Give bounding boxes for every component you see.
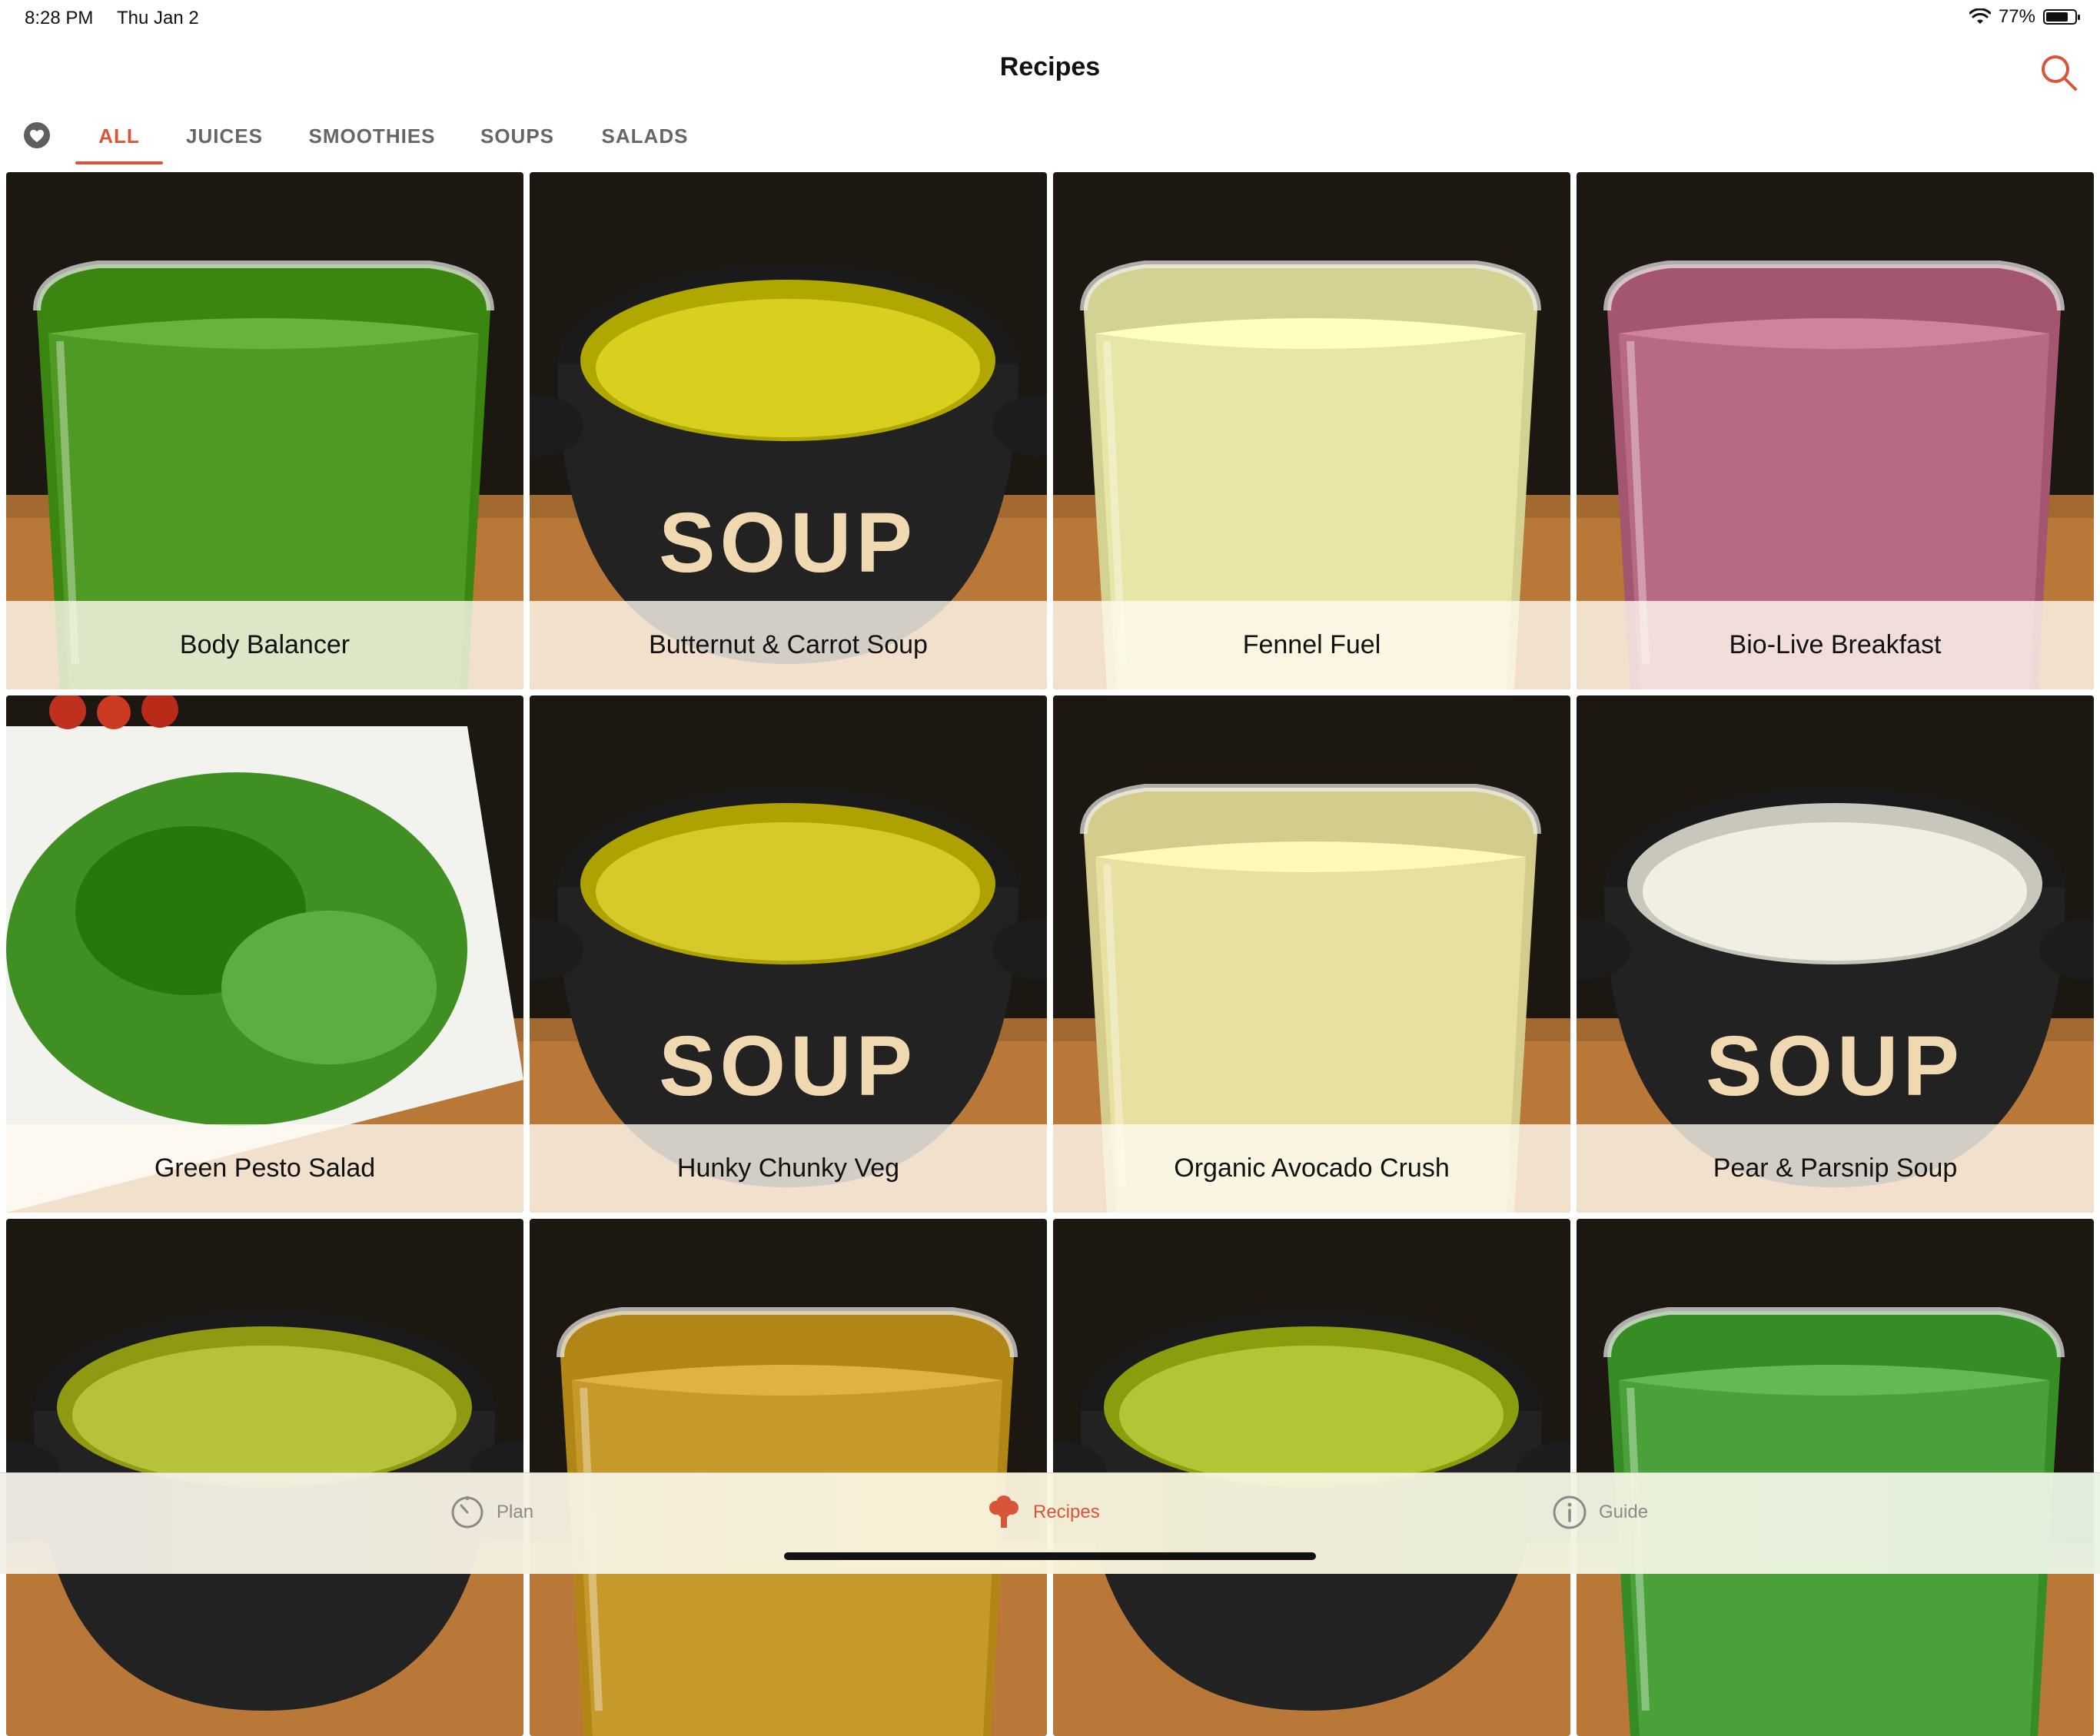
recipe-name: Green Pesto Salad	[6, 1124, 523, 1213]
recipe-card[interactable]: Green Pesto Salad	[6, 695, 523, 1213]
tab-juices[interactable]: JUICES	[181, 118, 267, 164]
tab-recipes-label: Recipes	[1033, 1502, 1100, 1522]
recipe-name: Organic Avocado Crush	[1053, 1124, 1570, 1213]
tab-all[interactable]: ALL	[75, 118, 163, 164]
recipe-name: Pear & Parsnip Soup	[1577, 1124, 2094, 1213]
heart-filter-icon[interactable]	[23, 121, 51, 149]
status-time: 8:28 PM	[25, 8, 94, 28]
recipe-name: Bio-Live Breakfast	[1577, 601, 2094, 689]
svg-text:SOUP: SOUP	[659, 496, 917, 590]
svg-text:SOUP: SOUP	[1706, 1019, 1964, 1114]
recipe-name: Hunky Chunky Veg	[530, 1124, 1047, 1213]
status-indicators: 77%	[1969, 6, 2080, 28]
recipe-card[interactable]: SOUP Hunky Chunky Veg	[530, 695, 1047, 1213]
timer-icon	[451, 1496, 483, 1529]
category-tabs: ALL JUICES SMOOTHIES SOUPS SALADS	[0, 108, 2100, 171]
home-indicator	[784, 1552, 1316, 1560]
svg-text:SOUP: SOUP	[659, 1019, 917, 1114]
recipe-name: Butternut & Carrot Soup	[530, 601, 1047, 689]
recipe-card[interactable]: Bio-Live Breakfast	[1577, 172, 2094, 689]
status-date: Thu Jan 2	[117, 8, 199, 28]
recipe-card[interactable]: Fennel Fuel	[1053, 172, 1570, 689]
recipe-name: Fennel Fuel	[1053, 601, 1570, 689]
tab-plan[interactable]: Plan	[449, 1493, 533, 1532]
tab-smoothies[interactable]: SMOOTHIES	[304, 118, 440, 164]
tab-guide-label: Guide	[1599, 1502, 1649, 1522]
tab-recipes[interactable]: Recipes	[985, 1493, 1100, 1532]
recipe-card[interactable]: Body Balancer	[6, 172, 523, 689]
wifi-icon	[1969, 8, 1991, 24]
recipe-card[interactable]: Organic Avocado Crush	[1053, 695, 1570, 1213]
info-icon	[1553, 1495, 1587, 1529]
tab-soups[interactable]: SOUPS	[477, 118, 558, 164]
broccoli-icon	[989, 1495, 1018, 1528]
battery-percentage: 77%	[1998, 6, 2035, 27]
status-bar: 8:28 PM Thu Jan 2 77%	[0, 0, 2100, 37]
tab-guide[interactable]: Guide	[1551, 1493, 1648, 1532]
tab-plan-label: Plan	[497, 1502, 534, 1522]
recipe-card[interactable]: SOUP Pear & Parsnip Soup	[1577, 695, 2094, 1213]
recipe-name: Body Balancer	[6, 601, 523, 689]
page-title: Recipes	[999, 52, 1101, 81]
battery-icon	[2043, 9, 2080, 25]
tab-salads[interactable]: SALADS	[595, 118, 695, 164]
navigation-bar: Recipes	[0, 37, 2100, 108]
search-icon[interactable]	[2037, 51, 2080, 94]
recipe-card[interactable]: SOUP Butternut & Carrot Soup	[530, 172, 1047, 689]
